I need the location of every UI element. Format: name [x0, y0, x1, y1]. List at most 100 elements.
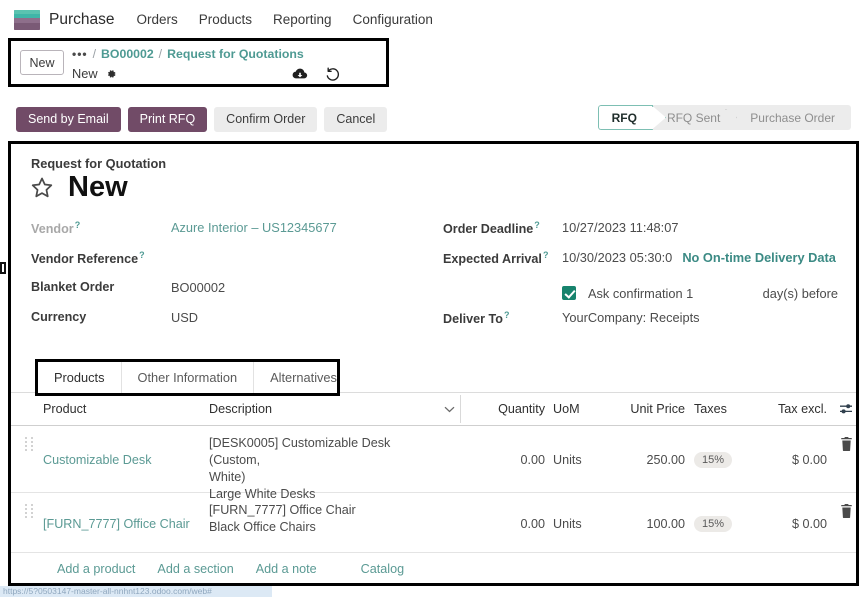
row-description-line-2: White)	[209, 470, 246, 484]
row-delete-button[interactable]	[827, 426, 856, 492]
discard-undo-icon[interactable]	[324, 66, 340, 82]
nav-menu-products[interactable]: Products	[199, 12, 252, 27]
left-edge-marker	[0, 262, 6, 274]
nav-menu-orders[interactable]: Orders	[136, 12, 177, 27]
deliver-to-help-icon[interactable]: ?	[504, 310, 510, 320]
add-a-note-link[interactable]: Add a note	[256, 562, 317, 576]
field-blanket-order-label: Blanket Order	[31, 280, 115, 294]
table-row[interactable]: [FURN_7777] Office Chair [FURN_7777] Off…	[11, 493, 856, 553]
chevron-down-icon[interactable]	[437, 406, 461, 413]
field-vendor-reference-label-text: Vendor Reference	[31, 252, 139, 267]
row-quantity[interactable]: 0.00	[461, 493, 545, 552]
order-deadline-help-icon[interactable]: ?	[534, 220, 540, 230]
header-taxes[interactable]: Taxes	[685, 402, 749, 416]
header-product[interactable]: Product	[43, 402, 209, 416]
row-uom[interactable]: Units	[545, 493, 601, 552]
notebook-tabs: Products Other Information Alternatives	[38, 362, 337, 393]
row-description[interactable]: [DESK0005] Customizable Desk (Custom, Wh…	[209, 426, 437, 501]
field-expected-arrival-value[interactable]: 10/30/2023 05:30:0	[562, 248, 672, 265]
row-uom[interactable]: Units	[545, 426, 601, 492]
tab-alternatives[interactable]: Alternatives	[254, 362, 353, 393]
vendor-help-icon[interactable]: ?	[75, 220, 81, 230]
row-delete-button[interactable]	[827, 493, 856, 552]
tab-products[interactable]: Products	[38, 362, 122, 393]
cloud-save-icon[interactable]	[292, 66, 308, 82]
gear-icon[interactable]	[105, 68, 117, 80]
row-product-link[interactable]: [FURN_7777] Office Chair	[43, 493, 209, 552]
status-pipeline: RFQ RFQ Sent Purchase Order	[597, 105, 851, 130]
pipeline-step-rfq[interactable]: RFQ	[597, 105, 653, 130]
nav-menu-reporting[interactable]: Reporting	[273, 12, 332, 27]
field-order-deadline-label-text: Order Deadline	[443, 222, 534, 237]
table-header-row: Product Description Quantity UoM Unit Pr…	[11, 393, 856, 426]
field-vendor-reference: Vendor Reference?	[31, 248, 451, 278]
ask-confirmation-checkbox[interactable]	[562, 286, 576, 300]
field-vendor-reference-label: Vendor Reference?	[31, 248, 171, 266]
header-tax-excl[interactable]: Tax excl.	[749, 402, 827, 416]
row-quantity[interactable]: 0.00	[461, 426, 545, 492]
tax-badge: 15%	[694, 515, 733, 532]
field-blanket-order-value[interactable]: BO00002	[171, 278, 225, 295]
tab-other-information[interactable]: Other Information	[122, 362, 255, 393]
status-bar-url: https://5?0503147-master-all-nnhnt123.od…	[3, 586, 212, 596]
form-column-right: Order Deadline? 10/27/2023 11:48:07 Expe…	[443, 218, 856, 338]
odoo-purchase-rfq-page: Purchase Orders Products Reporting Confi…	[0, 0, 865, 597]
header-description[interactable]: Description	[209, 395, 461, 423]
row-description[interactable]: [FURN_7777] Office Chair Black Office Ch…	[209, 493, 437, 552]
field-vendor-value[interactable]: Azure Interior – US12345677	[171, 218, 337, 235]
add-line-links: Add a product Add a section Add a note C…	[11, 553, 856, 583]
breadcrumb-link-blanket-order[interactable]: BO00002	[101, 47, 154, 61]
browser-status-bar: https://5?0503147-master-all-nnhnt123.od…	[0, 586, 272, 597]
column-options-sliders-icon[interactable]	[827, 402, 856, 416]
confirm-order-button[interactable]: Confirm Order	[214, 106, 318, 132]
print-rfq-button[interactable]: Print RFQ	[127, 106, 208, 132]
row-unit-price[interactable]: 250.00	[601, 426, 685, 492]
vendor-reference-help-icon[interactable]: ?	[139, 250, 145, 260]
field-expected-arrival-label-text: Expected Arrival	[443, 252, 542, 267]
field-expected-arrival: Expected Arrival? 10/30/2023 05:30:0 No …	[443, 248, 856, 278]
send-by-email-button[interactable]: Send by Email	[16, 106, 121, 132]
app-name-purchase[interactable]: Purchase	[49, 11, 114, 29]
field-deliver-to: Deliver To? YourCompany: Receipts	[443, 308, 856, 338]
field-currency-value[interactable]: USD	[171, 308, 198, 325]
row-tax-excl: $ 0.00	[791, 516, 827, 531]
ask-confirmation-suffix: day(s) before	[762, 285, 838, 301]
header-quantity[interactable]: Quantity	[461, 402, 545, 416]
trash-icon[interactable]	[840, 437, 853, 451]
add-a-section-link[interactable]: Add a section	[157, 562, 233, 576]
form-subtitle: Request for Quotation	[31, 156, 167, 171]
tabs-highlight-box: Products Other Information Alternatives	[35, 359, 340, 396]
pipeline-step-rfq-sent[interactable]: RFQ Sent	[653, 105, 736, 130]
header-uom[interactable]: UoM	[545, 402, 601, 416]
on-time-delivery-link[interactable]: No On-time Delivery Data	[682, 248, 836, 265]
catalog-link[interactable]: Catalog	[361, 562, 404, 576]
purchase-app-logo-icon	[14, 9, 40, 30]
breadcrumb: New ••• / BO00002 / Request for Quotatio…	[11, 41, 386, 84]
field-deliver-to-value[interactable]: YourCompany: Receipts	[562, 308, 700, 325]
drag-handle-icon[interactable]	[11, 426, 43, 492]
row-product-link[interactable]: Customizable Desk	[43, 426, 209, 492]
field-order-deadline-value[interactable]: 10/27/2023 11:48:07	[562, 218, 678, 235]
form-column-left: Vendor? Azure Interior – US12345677 Vend…	[31, 218, 451, 338]
trash-icon[interactable]	[840, 504, 853, 518]
header-unit-price[interactable]: Unit Price	[601, 402, 685, 416]
new-record-button[interactable]: New	[20, 50, 64, 75]
drag-handle-icon[interactable]	[11, 493, 43, 552]
row-taxes[interactable]: 15%	[685, 426, 749, 492]
nav-menu-configuration[interactable]: Configuration	[353, 12, 433, 27]
breadcrumb-link-request-for-quotations[interactable]: Request for Quotations	[167, 47, 304, 61]
field-order-deadline-label: Order Deadline?	[443, 218, 562, 236]
breadcrumb-overflow-icon[interactable]: •••	[72, 47, 88, 61]
cancel-button[interactable]: Cancel	[324, 106, 388, 132]
add-a-product-link[interactable]: Add a product	[57, 562, 135, 576]
favorite-star-icon[interactable]	[29, 175, 55, 201]
row-caret-spacer	[437, 426, 461, 492]
row-taxes[interactable]: 15%	[685, 493, 749, 552]
expected-arrival-help-icon[interactable]: ?	[543, 250, 549, 260]
field-deliver-to-label: Deliver To?	[443, 308, 562, 326]
pipeline-step-purchase-order[interactable]: Purchase Order	[736, 105, 851, 130]
form-sheet-highlight-box: Request for Quotation New Vendor? Azure …	[8, 141, 859, 586]
table-row[interactable]: Customizable Desk [DESK0005] Customizabl…	[11, 426, 856, 501]
row-unit-price[interactable]: 100.00	[601, 493, 685, 552]
record-save-discard-actions	[292, 66, 340, 82]
